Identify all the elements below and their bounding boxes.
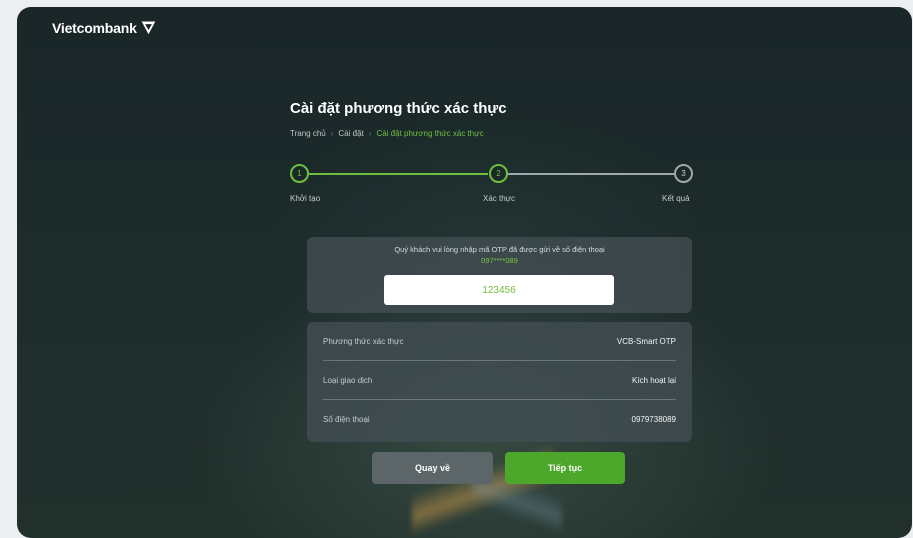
step-1-label: Khởi tạo [290, 194, 321, 203]
info-row: Số điện thoại 0979738089 [323, 400, 676, 439]
step-2-label: Xác thực [483, 194, 516, 203]
info-value: VCB-Smart OTP [616, 336, 676, 346]
info-label: Loại giao dịch [323, 375, 373, 385]
step-2-circle: 2 [489, 164, 508, 183]
brand-logo[interactable]: Vietcombank [52, 19, 157, 36]
vietcombank-logo-icon [141, 21, 155, 35]
info-value: 0979738089 [631, 415, 677, 424]
step-1-circle: 1 [290, 164, 309, 183]
breadcrumb-current: Cài đặt phương thức xác thực [376, 129, 484, 138]
continue-button[interactable]: Tiếp tục [505, 452, 625, 484]
back-button[interactable]: Quay về [372, 452, 493, 484]
info-row: Loại giao dịch Kích hoạt lại [323, 361, 676, 400]
breadcrumb-separator: › [368, 129, 372, 138]
step-3-label: Kết quả [662, 194, 690, 203]
brand-name: Vietcombank [52, 19, 137, 36]
breadcrumb-separator: › [330, 129, 334, 138]
info-row: Phương thức xác thực VCB-Smart OTP [323, 322, 676, 361]
otp-phone-number: 097****089 [481, 256, 518, 265]
app-window: Vietcombank Cài đặt phương thức xác thực… [17, 7, 912, 538]
progress-stepper: 1 2 3 Khởi tạo Xác thực Kết quả [290, 164, 693, 214]
info-value: Kích hoạt lại [631, 375, 676, 385]
otp-instruction: Quý khách vui lòng nhập mã OTP đã được g… [394, 245, 605, 254]
stepper-line-completed [308, 173, 488, 175]
transaction-info-card: Phương thức xác thực VCB-Smart OTP Loại … [307, 322, 692, 442]
info-label: Phương thức xác thực [323, 336, 404, 346]
info-label: Số điện thoại [323, 415, 370, 424]
breadcrumb-settings[interactable]: Cài đặt [338, 129, 363, 138]
breadcrumb: Trang chủ › Cài đặt › Cài đặt phương thứ… [290, 129, 484, 138]
step-3-circle: 3 [674, 164, 693, 183]
otp-input[interactable] [384, 275, 614, 305]
otp-card: Quý khách vui lòng nhập mã OTP đã được g… [307, 237, 692, 313]
breadcrumb-home[interactable]: Trang chủ [290, 129, 326, 138]
stepper-line-pending [508, 173, 674, 175]
page-title: Cài đặt phương thức xác thực [290, 100, 507, 117]
